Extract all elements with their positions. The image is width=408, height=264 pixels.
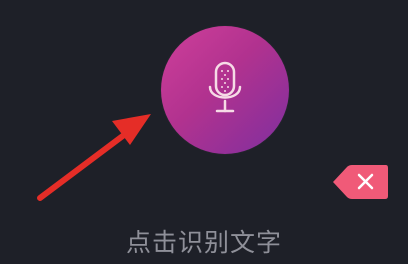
microphone-icon [208,61,242,113]
delete-button[interactable] [331,164,389,200]
voice-input-screen: 点击识别文字 [0,0,408,264]
voice-record-button[interactable] [161,26,289,154]
recognize-text-hint: 点击识别文字 [125,228,282,257]
